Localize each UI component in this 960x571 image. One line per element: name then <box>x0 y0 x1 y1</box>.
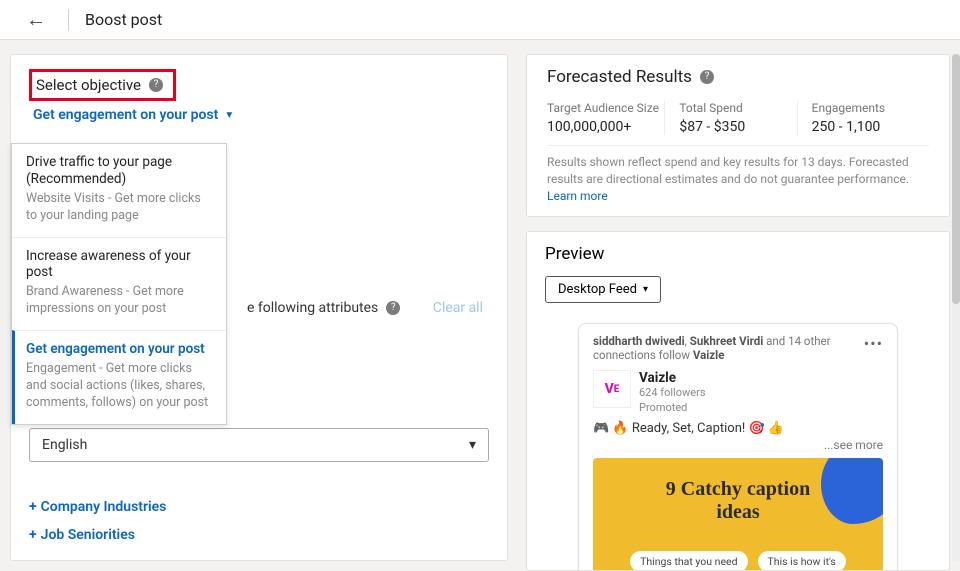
company-logo[interactable]: VE <box>593 370 631 408</box>
caret-down-icon: ▾ <box>643 284 648 295</box>
objective-option-title: Increase awareness of your post <box>26 248 212 282</box>
feed-social-proof: siddharth dwivedi, Sukhreet Virdi and 14… <box>593 334 864 362</box>
objective-dropdown: Drive traffic to your page (Recommended)… <box>11 143 227 425</box>
preview-card: Preview Desktop Feed ▾ siddharth dwivedi… <box>526 231 950 571</box>
select-objective-label: Select objective <box>36 76 141 94</box>
objective-option-awareness[interactable]: Increase awareness of your post Brand Aw… <box>12 237 226 331</box>
forecast-metric: Target Audience Size 100,000,000+ <box>547 101 664 135</box>
forecast-metric: Total Spend $87 - $350 <box>664 101 796 135</box>
plus-icon: + <box>29 527 37 543</box>
language-value: English <box>42 437 87 453</box>
scrollbar-thumb[interactable] <box>952 54 960 304</box>
objective-option-traffic[interactable]: Drive traffic to your page (Recommended)… <box>12 144 226 237</box>
back-button[interactable]: ← <box>20 7 52 32</box>
objective-option-desc: Website Visits - Get more clicks to your… <box>26 191 212 225</box>
objective-option-title: Drive traffic to your page (Recommended) <box>26 154 212 188</box>
plus-icon: + <box>29 499 37 515</box>
objective-option-desc: Engagement - Get more clicks and social … <box>26 361 212 412</box>
followers-count: 624 followers <box>639 386 706 400</box>
objective-option-desc: Brand Awareness - Get more impressions o… <box>26 284 212 318</box>
see-more-link[interactable]: ...see more <box>593 438 883 452</box>
forecast-metric: Engagements 250 - 1,100 <box>797 101 929 135</box>
select-objective-highlight: Select objective ? <box>29 69 176 101</box>
promoted-label: Promoted <box>639 401 706 415</box>
objective-option-engagement[interactable]: Get engagement on your post Engagement -… <box>12 330 226 424</box>
learn-more-link[interactable]: Learn more <box>547 189 608 203</box>
chevron-down-icon: ▾ <box>469 437 476 453</box>
language-select[interactable]: English ▾ <box>29 428 489 462</box>
page-title: Boost post <box>85 10 162 29</box>
post-menu-icon[interactable]: ••• <box>864 334 883 362</box>
post-image[interactable]: 9 Catchy caption ideas Things that you n… <box>593 458 883 571</box>
preview-mode-select[interactable]: Desktop Feed ▾ <box>545 276 661 303</box>
forecast-card: Forecasted Results ? Target Audience Siz… <box>526 54 950 217</box>
help-icon[interactable]: ? <box>149 78 163 92</box>
company-name[interactable]: Vaizle <box>639 370 706 386</box>
add-company-industries[interactable]: +Company Industries <box>29 493 166 521</box>
caret-down-icon: ▼ <box>224 110 234 121</box>
objective-selected-text: Get engagement on your post <box>33 107 218 123</box>
preview-title: Preview <box>545 244 931 264</box>
objective-option-title: Get engagement on your post <box>26 341 212 358</box>
objective-dropdown-trigger[interactable]: Get engagement on your post ▼ <box>29 107 489 123</box>
clear-all-link[interactable]: Clear all <box>433 300 483 316</box>
forecast-title: Forecasted Results <box>547 67 692 87</box>
post-caption: 🎮 🔥 Ready, Set, Caption! 🎯 👍 <box>593 421 883 436</box>
divider <box>68 9 69 31</box>
feed-post-preview: siddharth dwivedi, Sukhreet Virdi and 14… <box>578 323 898 571</box>
image-headline: 9 Catchy caption ideas <box>593 478 883 524</box>
forecast-note: Results shown reflect spend and key resu… <box>547 154 929 204</box>
add-job-seniorities[interactable]: +Job Seniorities <box>29 521 166 549</box>
attributes-text-fragment: e following attributes ? <box>247 300 400 316</box>
help-icon[interactable]: ? <box>386 301 400 315</box>
boost-settings-card: Select objective ? Get engagement on you… <box>10 54 508 561</box>
help-icon[interactable]: ? <box>700 70 714 84</box>
